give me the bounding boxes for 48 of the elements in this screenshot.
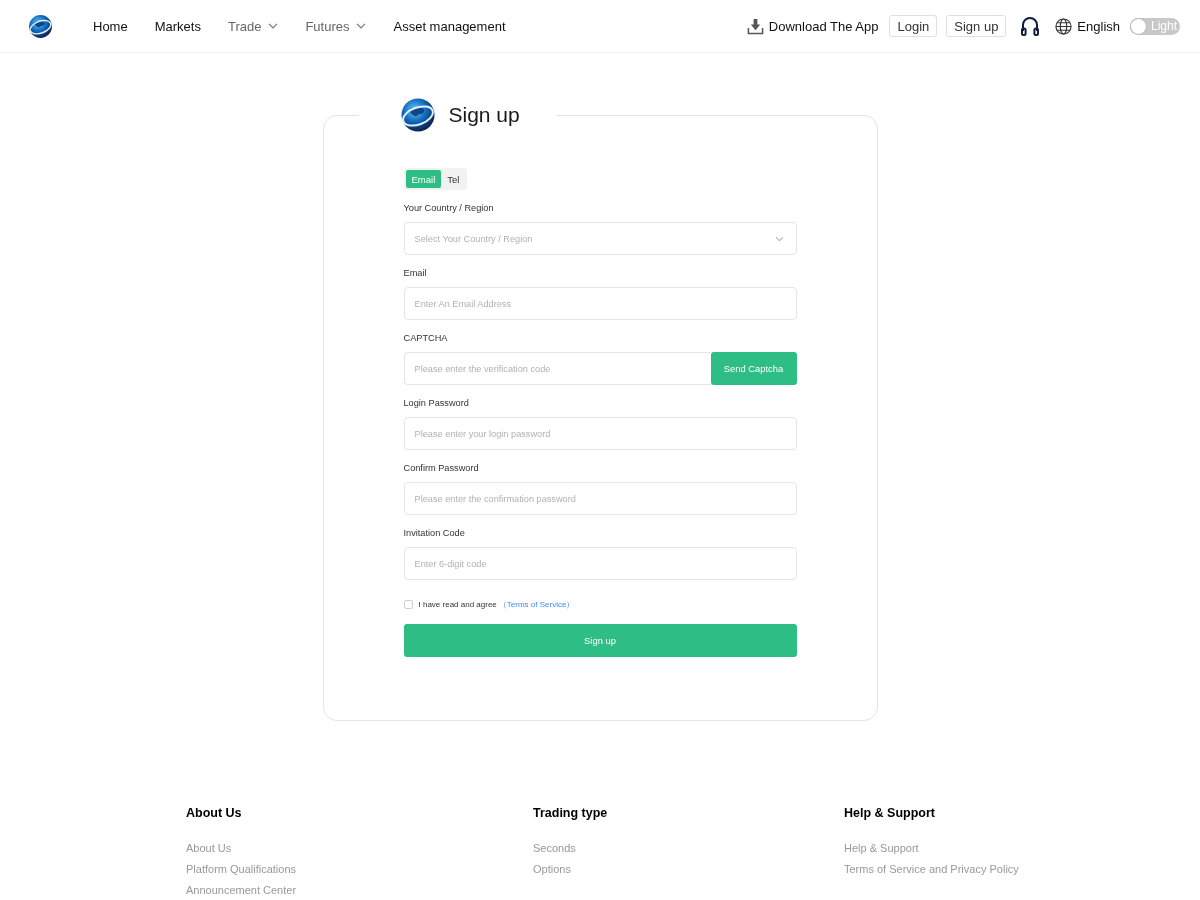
- signup-submit-button[interactable]: Sign up: [403, 624, 797, 657]
- input-field[interactable]: Please enter the verification code: [403, 352, 711, 385]
- headset-icon[interactable]: [1021, 16, 1040, 36]
- tab[interactable]: Tel: [441, 170, 466, 188]
- download-app-link[interactable]: Download The App: [746, 17, 879, 35]
- field-label: Invitation Code: [403, 527, 466, 540]
- globe-icon: [1055, 17, 1073, 35]
- footer-link[interactable]: Announcement Center: [186, 882, 297, 898]
- chevron-down-icon: [774, 235, 784, 242]
- footer-link[interactable]: Terms of Service and Privacy Policy: [844, 861, 1019, 877]
- agreement-text: I have read and agree: [418, 599, 497, 609]
- chevron-down-icon: [356, 23, 367, 29]
- input-field[interactable]: Please enter the confirmation password: [403, 482, 797, 515]
- globe-logo-icon: [399, 97, 436, 133]
- download-icon: [746, 17, 764, 35]
- footer-heading: About Us: [186, 805, 243, 821]
- select-field[interactable]: Select Your Country / Region: [403, 222, 797, 255]
- input-field[interactable]: Enter An Email Address: [403, 287, 797, 320]
- field-label: Confirm Password: [403, 462, 480, 475]
- signup-button[interactable]: Sign up: [946, 15, 1007, 37]
- nav-link[interactable]: Home: [93, 18, 128, 34]
- nav-dropdown[interactable]: Trade: [227, 18, 279, 34]
- nav-link[interactable]: Markets: [154, 18, 201, 34]
- footer-heading: Help & Support: [844, 805, 936, 821]
- footer-link[interactable]: About Us: [186, 840, 232, 856]
- language-selector[interactable]: English: [1055, 17, 1120, 35]
- toggle-knob: [1131, 18, 1146, 34]
- footer-link[interactable]: Help & Support: [844, 840, 919, 856]
- footer-link[interactable]: Seconds: [533, 840, 576, 856]
- send-captcha-button[interactable]: Send Captcha: [710, 352, 797, 385]
- nav-dropdown[interactable]: Futures: [305, 18, 367, 34]
- nav-link[interactable]: Asset management: [393, 18, 506, 34]
- form-title: Sign up: [448, 102, 520, 128]
- footer-link[interactable]: Options: [533, 861, 571, 877]
- globe-logo-icon[interactable]: [28, 13, 53, 39]
- input-field[interactable]: Enter 6-digit code: [403, 547, 797, 580]
- footer-link[interactable]: Platform Qualifications: [186, 861, 297, 877]
- terms-link[interactable]: （Terms of Service）: [498, 598, 575, 610]
- field-label: Login Password: [403, 397, 470, 410]
- footer-heading: Trading type: [533, 805, 609, 821]
- tab[interactable]: Email: [405, 170, 442, 188]
- field-label: CAPTCHA: [403, 332, 449, 345]
- chevron-down-icon: [268, 23, 279, 29]
- field-label: Your Country / Region: [403, 202, 495, 215]
- checkbox[interactable]: [403, 599, 413, 609]
- login-button[interactable]: Login: [889, 15, 938, 37]
- field-label: Email: [403, 267, 428, 280]
- input-field[interactable]: Please enter your login password: [403, 417, 797, 450]
